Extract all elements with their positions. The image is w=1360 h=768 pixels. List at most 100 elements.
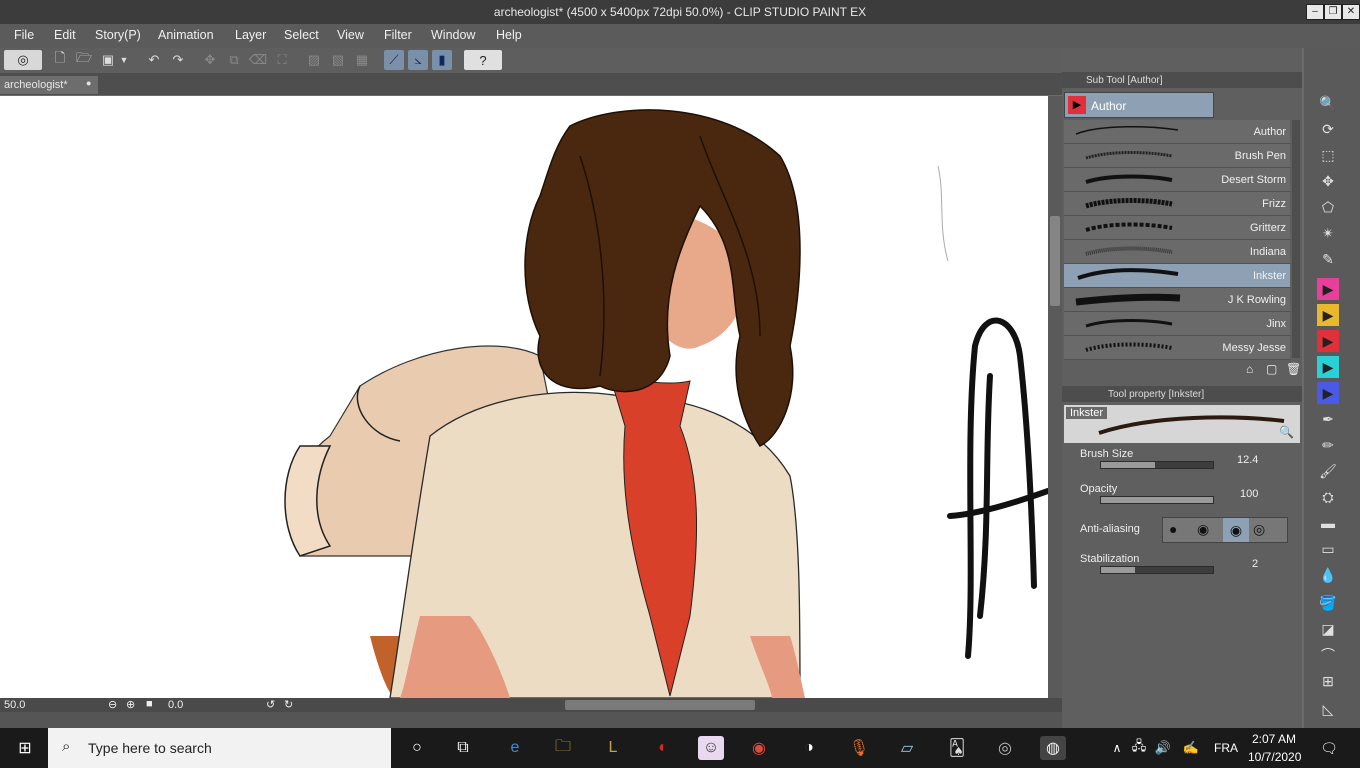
- pencil-tool-icon[interactable]: ✏: [1317, 434, 1339, 456]
- snap-grid-icon[interactable]: ▮: [432, 50, 452, 70]
- menu-window[interactable]: Window: [431, 28, 475, 42]
- fit-icon[interactable]: ■: [146, 698, 153, 710]
- menu-view[interactable]: View: [337, 28, 364, 42]
- language-indicator[interactable]: FRA: [1214, 741, 1238, 755]
- eraser-icon[interactable]: ⌫: [248, 50, 268, 70]
- rotation-value[interactable]: 0.0: [168, 699, 183, 711]
- document-tab[interactable]: archeologist* ●: [0, 76, 98, 94]
- menu-filter[interactable]: Filter: [384, 28, 412, 42]
- clear-selection-icon[interactable]: ▨: [304, 50, 324, 70]
- opacity-value[interactable]: 100: [1240, 488, 1258, 500]
- brush-item[interactable]: Brush Pen: [1064, 144, 1290, 168]
- brush-list-scrollbar[interactable]: [1292, 120, 1300, 358]
- notification-icon[interactable]: 🗨: [1316, 736, 1342, 760]
- menu-help[interactable]: Help: [496, 28, 522, 42]
- anti-aliasing-selector[interactable]: ● ◉ ◉ ◎: [1162, 517, 1288, 543]
- brush-item[interactable]: Gritterz: [1064, 216, 1290, 240]
- edge-icon[interactable]: e: [502, 736, 528, 760]
- rotate-right-icon[interactable]: ↻: [284, 698, 293, 711]
- menu-select[interactable]: Select: [284, 28, 319, 42]
- opacity-slider[interactable]: [1100, 496, 1214, 504]
- horizontal-scroll-thumb[interactable]: [565, 700, 755, 710]
- clip-studio-taskbar-icon[interactable]: ◎: [992, 736, 1018, 760]
- brush-item[interactable]: Indiana: [1064, 240, 1290, 264]
- blend-tool-icon[interactable]: 💧: [1317, 564, 1339, 586]
- custom-tool-pink-icon[interactable]: ▶: [1317, 278, 1339, 300]
- brush-item[interactable]: Desert Storm: [1064, 168, 1290, 192]
- new-file-icon[interactable]: 🗋: [50, 50, 70, 70]
- network-icon[interactable]: 🖧: [1126, 736, 1152, 760]
- brush-item[interactable]: Jinx: [1064, 312, 1290, 336]
- fill-tool-icon[interactable]: 🪣: [1317, 592, 1339, 614]
- zoom-value[interactable]: 50.0: [4, 699, 25, 711]
- brush-size-slider[interactable]: [1100, 461, 1214, 469]
- zoom-out-icon[interactable]: ⊖: [108, 698, 117, 711]
- lasso-tool-icon[interactable]: ⬠: [1317, 196, 1339, 218]
- task-view-icon[interactable]: ⧉: [450, 736, 476, 760]
- aa-weak-option[interactable]: ◉: [1197, 521, 1209, 538]
- save-icon[interactable]: ▣: [98, 50, 118, 70]
- undo-icon[interactable]: ↶: [144, 50, 164, 70]
- canvas-vertical-scrollbar[interactable]: [1048, 96, 1062, 698]
- subtool-group-author[interactable]: ▶ Author: [1064, 92, 1214, 118]
- microphone-app-icon[interactable]: 🎙: [846, 736, 872, 760]
- clock-date[interactable]: 10/7/2020: [1248, 750, 1301, 764]
- league-icon[interactable]: L: [600, 736, 626, 760]
- chrome-icon[interactable]: ◉: [746, 736, 772, 760]
- crop-icon[interactable]: ⛶: [272, 50, 292, 70]
- aa-none-option[interactable]: ●: [1169, 521, 1177, 537]
- invert-selection-icon[interactable]: ▧: [328, 50, 348, 70]
- rotate-left-icon[interactable]: ↺: [266, 698, 275, 711]
- file-explorer-icon[interactable]: 🗀: [550, 736, 576, 760]
- tab-close-icon[interactable]: ●: [86, 78, 91, 88]
- airbrush-icon[interactable]: ⛭: [1317, 486, 1339, 508]
- move-layer-icon[interactable]: ✥: [1317, 170, 1339, 192]
- eyedropper-icon[interactable]: ✎: [1317, 248, 1339, 270]
- volume-icon[interactable]: 🔊: [1150, 736, 1176, 760]
- copy-subtool-icon[interactable]: ▢: [1266, 362, 1277, 376]
- aa-strong-option[interactable]: ◎: [1253, 521, 1265, 538]
- menu-edit[interactable]: Edit: [54, 28, 76, 42]
- snap-ruler-icon[interactable]: ⟋: [384, 50, 404, 70]
- notes-app-icon[interactable]: ▱: [894, 736, 920, 760]
- custom-tool-cyan-icon[interactable]: ▶: [1317, 356, 1339, 378]
- magnify-icon[interactable]: 🔍: [1279, 425, 1294, 439]
- clip-studio-icon[interactable]: ◎: [4, 50, 42, 70]
- eraser-tool-icon[interactable]: ▭: [1317, 538, 1339, 560]
- add-subtool-icon[interactable]: ⌂: [1246, 362, 1253, 376]
- brush-item-selected[interactable]: Inkster: [1064, 264, 1290, 288]
- pen-icon[interactable]: ✍: [1178, 736, 1204, 760]
- brush-item[interactable]: Frizz: [1064, 192, 1290, 216]
- scroll-thumb[interactable]: [1050, 216, 1060, 306]
- open-folder-icon[interactable]: 🗁: [74, 50, 94, 70]
- anime-app-icon[interactable]: ☺: [698, 736, 724, 760]
- close-button[interactable]: ✕: [1342, 4, 1360, 20]
- decoration-icon[interactable]: ▬: [1317, 512, 1339, 534]
- copy-icon[interactable]: ⧉: [224, 50, 244, 70]
- custom-tool-red-icon[interactable]: ▶: [1317, 330, 1339, 352]
- frame-tool-icon[interactable]: ⊞: [1317, 670, 1339, 692]
- redo-icon[interactable]: ↷: [168, 50, 188, 70]
- brush-item[interactable]: J K Rowling: [1064, 288, 1290, 312]
- zoom-in-icon[interactable]: ⊕: [126, 698, 135, 711]
- menu-story[interactable]: Story(P): [95, 28, 141, 42]
- cards-app-icon[interactable]: 🂡: [944, 736, 970, 760]
- menu-file[interactable]: File: [14, 28, 34, 42]
- minimize-button[interactable]: –: [1306, 4, 1324, 20]
- menu-animation[interactable]: Animation: [158, 28, 214, 42]
- stabilization-value[interactable]: 2: [1252, 558, 1258, 570]
- custom-tool-blue-icon[interactable]: ▶: [1317, 382, 1339, 404]
- aa-medium-option[interactable]: ◉: [1223, 518, 1249, 542]
- cortana-icon[interactable]: ○: [404, 736, 430, 760]
- maximize-button[interactable]: ❐: [1324, 4, 1342, 20]
- transform-icon[interactable]: ✥: [200, 50, 220, 70]
- brush-item[interactable]: Author: [1064, 120, 1290, 144]
- canvas[interactable]: [0, 96, 1048, 698]
- snap-special-ruler-icon[interactable]: ⦣: [408, 50, 428, 70]
- rotate-tool-icon[interactable]: ⟳: [1317, 118, 1339, 140]
- game-app-icon[interactable]: ◐: [650, 736, 676, 760]
- custom-tool-yellow-icon[interactable]: ▶: [1317, 304, 1339, 326]
- select-all-icon[interactable]: ▦: [352, 50, 372, 70]
- spy-app-icon[interactable]: ◑: [796, 736, 822, 760]
- clock-time[interactable]: 2:07 AM: [1252, 732, 1296, 746]
